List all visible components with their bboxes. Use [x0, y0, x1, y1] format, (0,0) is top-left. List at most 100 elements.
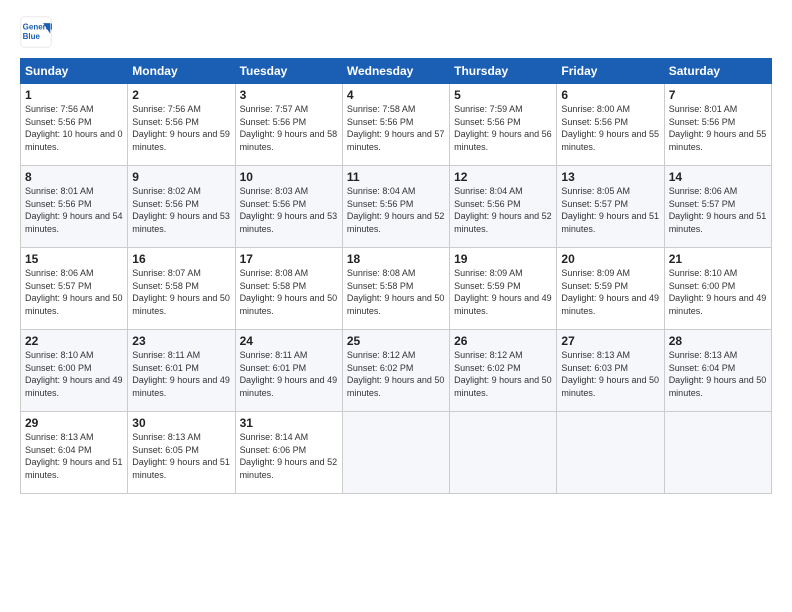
day-number: 7 — [669, 88, 767, 102]
week-row-2: 8Sunrise: 8:01 AMSunset: 5:56 PMDaylight… — [21, 166, 772, 248]
day-info: Sunrise: 7:57 AMSunset: 5:56 PMDaylight:… — [240, 103, 338, 153]
calendar-cell: 7Sunrise: 8:01 AMSunset: 5:56 PMDaylight… — [664, 84, 771, 166]
calendar-cell: 14Sunrise: 8:06 AMSunset: 5:57 PMDayligh… — [664, 166, 771, 248]
day-number: 24 — [240, 334, 338, 348]
day-number: 16 — [132, 252, 230, 266]
day-info: Sunrise: 8:11 AMSunset: 6:01 PMDaylight:… — [240, 349, 338, 399]
calendar-cell: 6Sunrise: 8:00 AMSunset: 5:56 PMDaylight… — [557, 84, 664, 166]
day-info: Sunrise: 8:13 AMSunset: 6:03 PMDaylight:… — [561, 349, 659, 399]
days-header-row: SundayMondayTuesdayWednesdayThursdayFrid… — [21, 59, 772, 84]
calendar-cell: 3Sunrise: 7:57 AMSunset: 5:56 PMDaylight… — [235, 84, 342, 166]
calendar-page: General Blue SundayMondayTuesdayWednesda… — [0, 0, 792, 612]
day-number: 15 — [25, 252, 123, 266]
day-number: 31 — [240, 416, 338, 430]
calendar-cell: 28Sunrise: 8:13 AMSunset: 6:04 PMDayligh… — [664, 330, 771, 412]
calendar-cell: 4Sunrise: 7:58 AMSunset: 5:56 PMDaylight… — [342, 84, 449, 166]
day-number: 26 — [454, 334, 552, 348]
day-number: 6 — [561, 88, 659, 102]
day-header-friday: Friday — [557, 59, 664, 84]
day-number: 13 — [561, 170, 659, 184]
calendar-cell: 25Sunrise: 8:12 AMSunset: 6:02 PMDayligh… — [342, 330, 449, 412]
day-info: Sunrise: 8:09 AMSunset: 5:59 PMDaylight:… — [561, 267, 659, 317]
day-number: 11 — [347, 170, 445, 184]
day-number: 19 — [454, 252, 552, 266]
day-info: Sunrise: 8:10 AMSunset: 6:00 PMDaylight:… — [669, 267, 767, 317]
day-number: 1 — [25, 88, 123, 102]
day-info: Sunrise: 8:14 AMSunset: 6:06 PMDaylight:… — [240, 431, 338, 481]
day-number: 5 — [454, 88, 552, 102]
day-info: Sunrise: 8:07 AMSunset: 5:58 PMDaylight:… — [132, 267, 230, 317]
calendar-cell — [450, 412, 557, 494]
day-header-saturday: Saturday — [664, 59, 771, 84]
day-header-monday: Monday — [128, 59, 235, 84]
day-info: Sunrise: 8:04 AMSunset: 5:56 PMDaylight:… — [454, 185, 552, 235]
day-info: Sunrise: 8:13 AMSunset: 6:05 PMDaylight:… — [132, 431, 230, 481]
day-number: 29 — [25, 416, 123, 430]
day-info: Sunrise: 8:00 AMSunset: 5:56 PMDaylight:… — [561, 103, 659, 153]
calendar-cell: 13Sunrise: 8:05 AMSunset: 5:57 PMDayligh… — [557, 166, 664, 248]
logo-icon: General Blue — [20, 16, 52, 48]
day-number: 9 — [132, 170, 230, 184]
day-header-sunday: Sunday — [21, 59, 128, 84]
logo: General Blue — [20, 16, 52, 48]
calendar-cell — [557, 412, 664, 494]
day-info: Sunrise: 7:56 AMSunset: 5:56 PMDaylight:… — [132, 103, 230, 153]
day-header-wednesday: Wednesday — [342, 59, 449, 84]
day-info: Sunrise: 8:01 AMSunset: 5:56 PMDaylight:… — [25, 185, 123, 235]
day-info: Sunrise: 8:03 AMSunset: 5:56 PMDaylight:… — [240, 185, 338, 235]
day-info: Sunrise: 8:06 AMSunset: 5:57 PMDaylight:… — [25, 267, 123, 317]
day-info: Sunrise: 8:05 AMSunset: 5:57 PMDaylight:… — [561, 185, 659, 235]
header: General Blue — [20, 16, 772, 48]
calendar-cell: 15Sunrise: 8:06 AMSunset: 5:57 PMDayligh… — [21, 248, 128, 330]
day-number: 12 — [454, 170, 552, 184]
calendar-cell: 18Sunrise: 8:08 AMSunset: 5:58 PMDayligh… — [342, 248, 449, 330]
day-info: Sunrise: 8:10 AMSunset: 6:00 PMDaylight:… — [25, 349, 123, 399]
calendar-cell — [342, 412, 449, 494]
day-number: 8 — [25, 170, 123, 184]
week-row-5: 29Sunrise: 8:13 AMSunset: 6:04 PMDayligh… — [21, 412, 772, 494]
day-info: Sunrise: 8:02 AMSunset: 5:56 PMDaylight:… — [132, 185, 230, 235]
day-info: Sunrise: 7:58 AMSunset: 5:56 PMDaylight:… — [347, 103, 445, 153]
calendar-cell: 27Sunrise: 8:13 AMSunset: 6:03 PMDayligh… — [557, 330, 664, 412]
day-number: 23 — [132, 334, 230, 348]
day-number: 2 — [132, 88, 230, 102]
day-info: Sunrise: 8:13 AMSunset: 6:04 PMDaylight:… — [25, 431, 123, 481]
day-number: 28 — [669, 334, 767, 348]
day-info: Sunrise: 8:04 AMSunset: 5:56 PMDaylight:… — [347, 185, 445, 235]
svg-text:Blue: Blue — [23, 32, 41, 41]
day-info: Sunrise: 8:11 AMSunset: 6:01 PMDaylight:… — [132, 349, 230, 399]
day-info: Sunrise: 8:13 AMSunset: 6:04 PMDaylight:… — [669, 349, 767, 399]
calendar-cell: 5Sunrise: 7:59 AMSunset: 5:56 PMDaylight… — [450, 84, 557, 166]
day-number: 17 — [240, 252, 338, 266]
day-number: 10 — [240, 170, 338, 184]
day-number: 27 — [561, 334, 659, 348]
calendar-cell: 23Sunrise: 8:11 AMSunset: 6:01 PMDayligh… — [128, 330, 235, 412]
week-row-3: 15Sunrise: 8:06 AMSunset: 5:57 PMDayligh… — [21, 248, 772, 330]
calendar-cell: 22Sunrise: 8:10 AMSunset: 6:00 PMDayligh… — [21, 330, 128, 412]
calendar-cell: 30Sunrise: 8:13 AMSunset: 6:05 PMDayligh… — [128, 412, 235, 494]
calendar-cell: 2Sunrise: 7:56 AMSunset: 5:56 PMDaylight… — [128, 84, 235, 166]
day-number: 25 — [347, 334, 445, 348]
week-row-4: 22Sunrise: 8:10 AMSunset: 6:00 PMDayligh… — [21, 330, 772, 412]
day-info: Sunrise: 7:59 AMSunset: 5:56 PMDaylight:… — [454, 103, 552, 153]
calendar-cell: 10Sunrise: 8:03 AMSunset: 5:56 PMDayligh… — [235, 166, 342, 248]
calendar-cell: 31Sunrise: 8:14 AMSunset: 6:06 PMDayligh… — [235, 412, 342, 494]
day-info: Sunrise: 8:08 AMSunset: 5:58 PMDaylight:… — [240, 267, 338, 317]
calendar-cell: 9Sunrise: 8:02 AMSunset: 5:56 PMDaylight… — [128, 166, 235, 248]
day-number: 20 — [561, 252, 659, 266]
day-number: 21 — [669, 252, 767, 266]
calendar-cell: 26Sunrise: 8:12 AMSunset: 6:02 PMDayligh… — [450, 330, 557, 412]
calendar-cell: 11Sunrise: 8:04 AMSunset: 5:56 PMDayligh… — [342, 166, 449, 248]
day-info: Sunrise: 7:56 AMSunset: 5:56 PMDaylight:… — [25, 103, 123, 153]
calendar-cell: 21Sunrise: 8:10 AMSunset: 6:00 PMDayligh… — [664, 248, 771, 330]
calendar-cell — [664, 412, 771, 494]
calendar-table: SundayMondayTuesdayWednesdayThursdayFrid… — [20, 58, 772, 494]
day-number: 18 — [347, 252, 445, 266]
calendar-cell: 8Sunrise: 8:01 AMSunset: 5:56 PMDaylight… — [21, 166, 128, 248]
week-row-1: 1Sunrise: 7:56 AMSunset: 5:56 PMDaylight… — [21, 84, 772, 166]
day-info: Sunrise: 8:12 AMSunset: 6:02 PMDaylight:… — [454, 349, 552, 399]
calendar-cell: 20Sunrise: 8:09 AMSunset: 5:59 PMDayligh… — [557, 248, 664, 330]
day-number: 14 — [669, 170, 767, 184]
calendar-cell: 29Sunrise: 8:13 AMSunset: 6:04 PMDayligh… — [21, 412, 128, 494]
calendar-cell: 1Sunrise: 7:56 AMSunset: 5:56 PMDaylight… — [21, 84, 128, 166]
